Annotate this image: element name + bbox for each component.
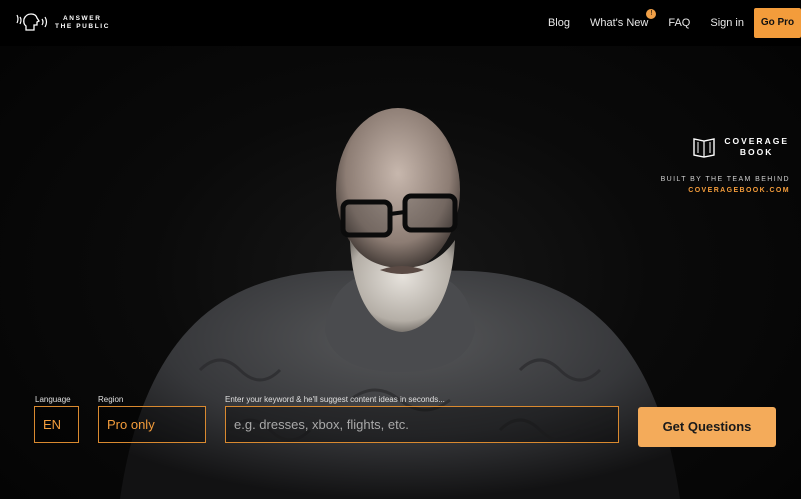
nav-blog-link[interactable]: Blog bbox=[548, 17, 570, 29]
keyword-search-input[interactable]: e.g. dresses, xbox, flights, etc. bbox=[225, 406, 619, 443]
coverage-book-promo[interactable]: COVERAGE BOOK BUILT BY THE TEAM BEHIND C… bbox=[661, 136, 790, 194]
nav-menu: Blog What's New ! FAQ Sign in Go Pro bbox=[548, 0, 801, 46]
coverage-book-wordmark: COVERAGE BOOK bbox=[724, 136, 789, 158]
language-value: EN bbox=[43, 417, 62, 432]
head-speaking-icon bbox=[16, 13, 48, 31]
coverage-built-by-text: BUILT BY THE TEAM BEHIND bbox=[660, 176, 790, 183]
keyword-placeholder: e.g. dresses, xbox, flights, etc. bbox=[234, 417, 409, 432]
brand-line-2: THE PUBLIC bbox=[55, 23, 110, 30]
nav-whats-new-link[interactable]: What's New ! bbox=[590, 9, 657, 29]
brand-wordmark: ANSWER THE PUBLIC bbox=[55, 15, 110, 31]
go-pro-button[interactable]: Go Pro bbox=[754, 8, 801, 38]
notification-badge: ! bbox=[646, 9, 657, 19]
coverage-title-line-2: BOOK bbox=[739, 147, 774, 157]
get-questions-button[interactable]: Get Questions bbox=[638, 407, 776, 447]
coverage-url-link[interactable]: COVERAGEBOOK.COM bbox=[661, 187, 790, 194]
coverage-title-line-1: COVERAGE bbox=[724, 136, 789, 146]
top-navigation-bar: ANSWER THE PUBLIC Blog What's New ! FAQ … bbox=[0, 0, 801, 46]
coverage-book-logo: COVERAGE BOOK bbox=[661, 136, 789, 158]
nav-faq-link[interactable]: FAQ bbox=[668, 17, 690, 29]
keyword-label: Enter your keyword & he'll suggest conte… bbox=[225, 395, 445, 404]
region-value: Pro only bbox=[107, 417, 155, 432]
language-label: Language bbox=[35, 395, 71, 404]
region-label: Region bbox=[98, 395, 124, 404]
brand-line-1: ANSWER bbox=[63, 15, 102, 22]
region-select[interactable]: Pro only bbox=[98, 406, 206, 443]
nav-sign-in-link[interactable]: Sign in bbox=[710, 17, 744, 29]
book-icon bbox=[693, 138, 716, 158]
brand-logo[interactable]: ANSWER THE PUBLIC bbox=[15, 12, 110, 34]
language-select[interactable]: EN bbox=[34, 406, 79, 443]
nav-whats-new-label: What's New bbox=[590, 17, 649, 29]
